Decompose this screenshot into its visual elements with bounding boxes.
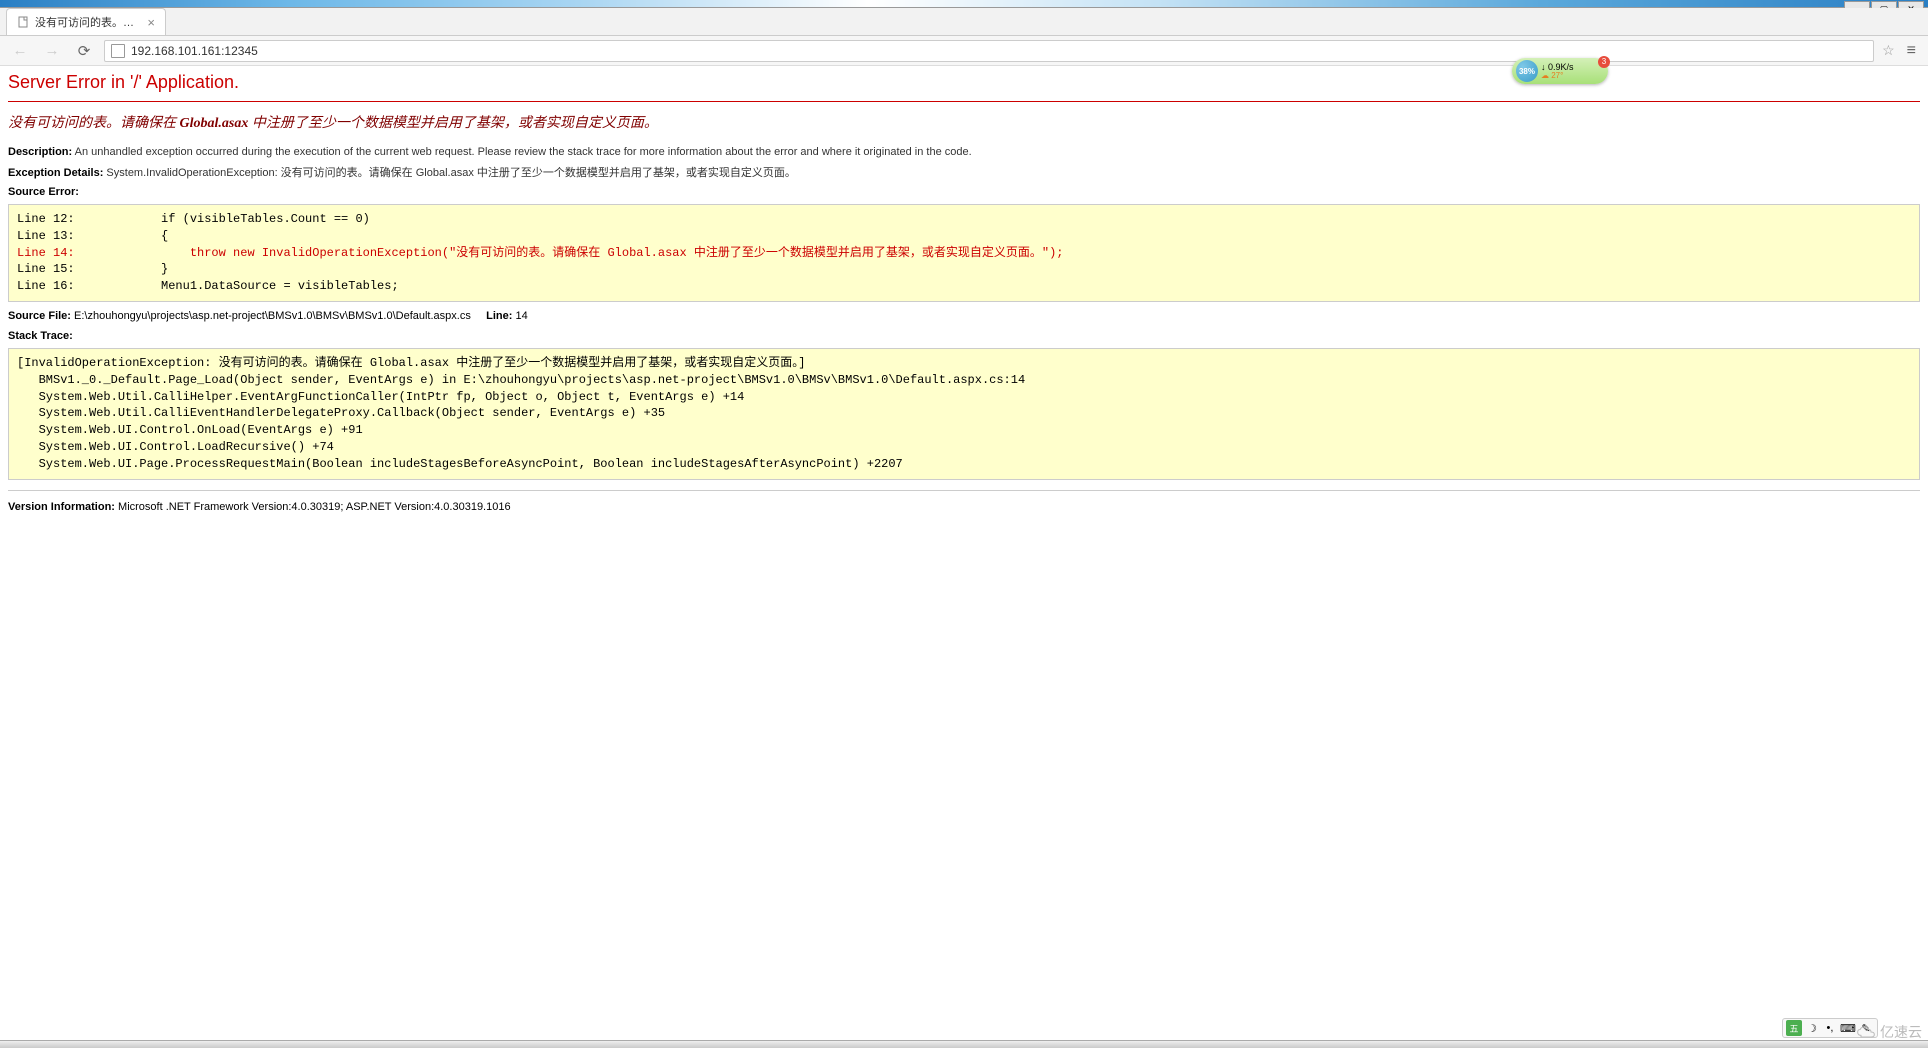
close-tab-icon[interactable]: ×	[147, 15, 155, 30]
source-file-path: E:\zhouhongyu\projects\asp.net-project\B…	[74, 310, 471, 322]
source-file-label: Source File:	[8, 310, 71, 322]
notification-badge[interactable]: 3	[1598, 56, 1610, 68]
stack-trace-block: [InvalidOperationException: 没有可访问的表。请确保在…	[8, 348, 1920, 480]
divider	[8, 101, 1920, 102]
exception-section: Exception Details: System.InvalidOperati…	[8, 164, 1920, 180]
tab-title: 没有可访问的表。请确保...	[35, 14, 141, 30]
widget-stats: ↓ 0.9K/s ☁ 27°	[1541, 63, 1604, 80]
browser-tab-strip: 没有可访问的表。请确保... ×	[0, 8, 1928, 36]
system-monitor-widget[interactable]: 38% ↓ 0.9K/s ☁ 27° 3	[1512, 58, 1608, 84]
url-input[interactable]	[131, 44, 1867, 58]
watermark-text: 亿速云	[1880, 1022, 1922, 1042]
source-code-block: Line 12: if (visibleTables.Count == 0) L…	[8, 204, 1920, 302]
line-label: Line:	[486, 310, 512, 322]
description-label: Description:	[8, 146, 72, 158]
ime-keyboard-icon[interactable]: ⌨	[1840, 1020, 1856, 1036]
description-section: Description: An unhandled exception occu…	[8, 146, 1920, 158]
version-info: Version Information: Microsoft .NET Fram…	[8, 501, 1920, 513]
exception-text: System.InvalidOperationException: 没有可访问的…	[106, 167, 795, 179]
stack-trace-section: Stack Trace:	[8, 330, 1920, 342]
page-icon	[111, 44, 125, 58]
version-label: Version Information:	[8, 501, 115, 513]
version-text: Microsoft .NET Framework Version:4.0.303…	[118, 501, 511, 513]
forward-button[interactable]: →	[40, 39, 64, 63]
reload-button[interactable]: ⟳	[72, 39, 96, 63]
highlighted-line: Line 14: throw new InvalidOperationExcep…	[17, 246, 1064, 260]
cloud-icon	[1856, 1025, 1876, 1039]
source-error-section: Source Error:	[8, 186, 1920, 198]
temperature: ☁ 27°	[1541, 72, 1604, 80]
browser-menu-icon[interactable]: ≡	[1903, 42, 1920, 60]
page-content: Server Error in '/' Application. 没有可访问的表…	[0, 66, 1928, 519]
source-file-line: Source File: E:\zhouhongyu\projects\asp.…	[8, 310, 1920, 322]
bookmark-star-icon[interactable]: ☆	[1882, 42, 1895, 59]
ime-moon-icon[interactable]: ☽	[1804, 1020, 1820, 1036]
ime-mode-icon[interactable]: 五	[1786, 1020, 1802, 1036]
file-icon	[17, 16, 29, 28]
window-titlebar-glass	[0, 0, 1928, 8]
error-title: Server Error in '/' Application.	[8, 72, 1920, 93]
line-number: 14	[515, 310, 527, 322]
browser-tab[interactable]: 没有可访问的表。请确保... ×	[6, 8, 166, 35]
divider	[8, 490, 1920, 491]
error-message: 没有可访问的表。请确保在 Global.asax 中注册了至少一个数据模型并启用…	[8, 112, 1920, 132]
browser-toolbar: ← → ⟳ ☆ ≡	[0, 36, 1928, 66]
description-text: An unhandled exception occurred during t…	[75, 146, 972, 158]
source-error-label: Source Error:	[8, 186, 79, 198]
stack-trace-label: Stack Trace:	[8, 330, 73, 342]
back-button[interactable]: ←	[8, 39, 32, 63]
exception-label: Exception Details:	[8, 167, 103, 179]
watermark: 亿速云	[1856, 1022, 1922, 1042]
cpu-badge: 38%	[1516, 60, 1538, 82]
taskbar	[0, 1040, 1928, 1048]
ime-punct-icon[interactable]: •,	[1822, 1020, 1838, 1036]
